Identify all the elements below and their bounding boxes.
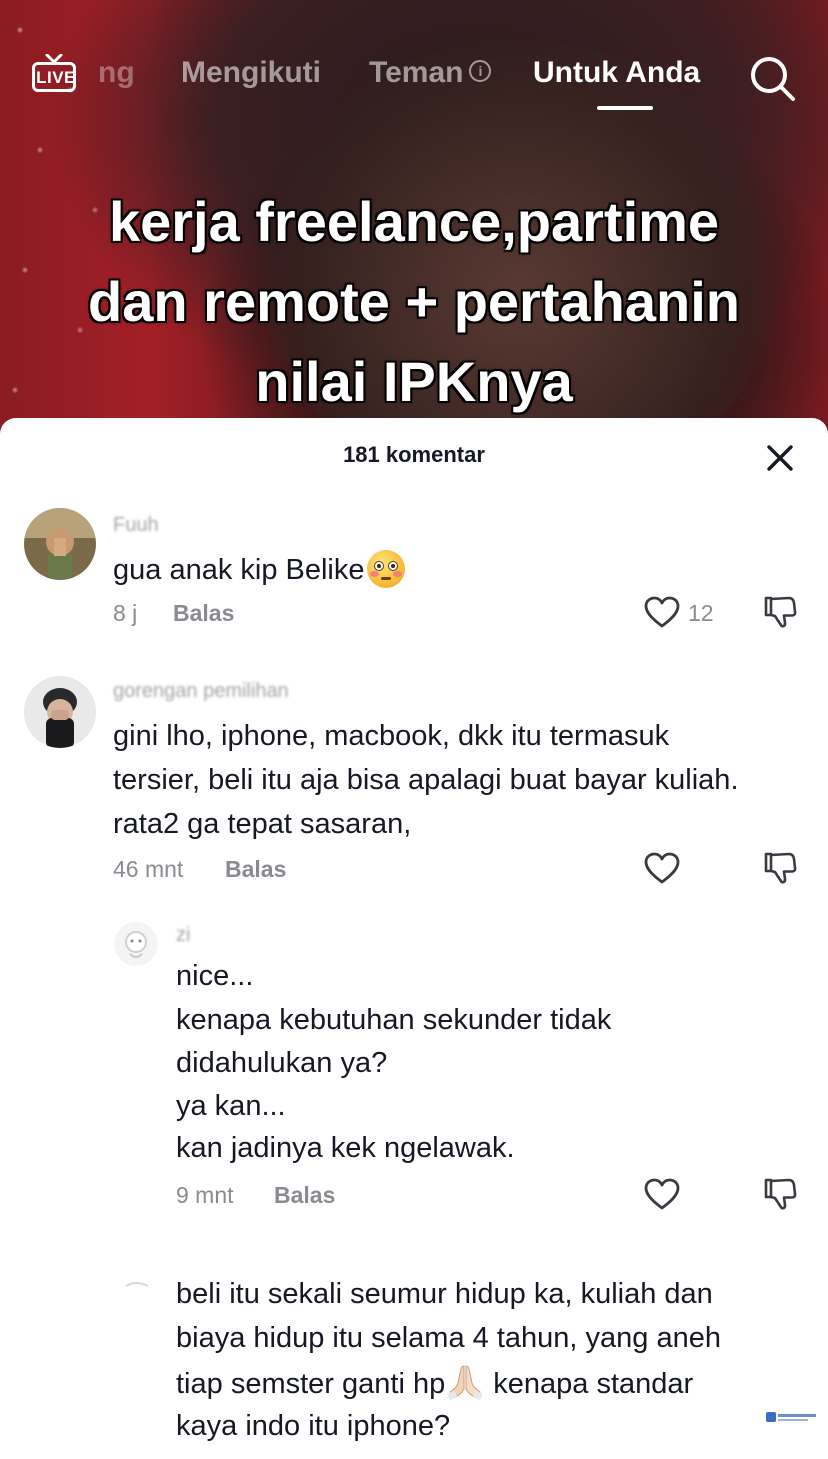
comments-sheet: 181 komentar Fuuh gua anak kip Belike 8 … (0, 418, 828, 1459)
thumbs-down-icon (764, 596, 797, 628)
like-button[interactable] (643, 595, 681, 629)
heart-icon (644, 596, 680, 628)
comment-text-line: beli itu sekali seumur hidup ka, kuliah … (176, 1278, 713, 1310)
heart-icon (644, 852, 680, 884)
username[interactable]: zi (176, 924, 190, 947)
comment-text-segment: tiap semster ganti hp (176, 1368, 446, 1400)
info-icon: i (469, 60, 492, 83)
thumbs-down-icon (764, 852, 797, 884)
folded-hands-emoji-icon (447, 1365, 483, 1401)
tab-teman-label: Teman (369, 56, 464, 89)
tab-partial[interactable]: ng (98, 56, 135, 90)
search-button[interactable] (748, 54, 796, 102)
close-icon (767, 445, 793, 471)
comment-time: 9 mnt (176, 1182, 234, 1208)
dislike-button[interactable] (762, 850, 798, 886)
like-button[interactable] (643, 1177, 681, 1211)
comment-count-title: 181 komentar (343, 442, 485, 467)
username[interactable]: Fuuh (113, 514, 159, 537)
watermark-graphic (766, 1412, 816, 1422)
avatar[interactable] (114, 922, 158, 966)
avatar-image (114, 922, 158, 966)
video-caption: kerja freelance,partime dan remote + per… (0, 182, 828, 422)
caption-line: kerja freelance,partime (108, 190, 720, 253)
active-tab-indicator (597, 106, 653, 110)
reply-button[interactable]: Balas (225, 856, 286, 883)
dislike-button[interactable] (762, 1176, 798, 1212)
comment-text-line: kaya indo itu iphone? (176, 1410, 451, 1442)
avatar-image (24, 508, 96, 580)
flushed-face-emoji-icon (366, 550, 405, 589)
comment-text-segment: kenapa standar (485, 1368, 694, 1400)
reply-item: beli itu sekali seumur hidup ka, kuliah … (0, 1238, 828, 1459)
reply-item: zi nice... kenapa kebutuhan sekunder tid… (0, 918, 828, 1228)
avatar[interactable] (24, 508, 96, 580)
like-count: 12 (688, 600, 714, 626)
comment-time: 46 mnt (113, 856, 184, 882)
reply-button[interactable]: Balas (274, 1182, 335, 1209)
comment-text-line: rata2 ga tepat sasaran, (113, 808, 412, 840)
comment-time: 8 j (113, 600, 138, 626)
avatar[interactable] (114, 1250, 158, 1294)
dislike-button[interactable] (762, 594, 798, 630)
tab-untuk-anda[interactable]: Untuk Anda (533, 56, 700, 90)
live-button[interactable]: LIVE (32, 54, 80, 98)
thumbs-down-icon (764, 1178, 797, 1210)
comment-text-line: nice... (176, 960, 254, 992)
comment-text-line: gini lho, iphone, macbook, dkk itu terma… (113, 720, 670, 752)
comment-text-line: tersier, beli itu aja bisa apalagi buat … (113, 764, 739, 796)
reply-button[interactable]: Balas (173, 600, 234, 627)
comment-item: Fuuh gua anak kip Belike 8 j Balas 12 (0, 498, 828, 648)
caption-line: nilai IPKnya (255, 350, 573, 413)
avatar-image (114, 1250, 158, 1294)
heart-icon (644, 1178, 680, 1210)
comment-text-line: ya kan... (176, 1090, 286, 1122)
comment-text-line: biaya hidup itu selama 4 tahun, yang ane… (176, 1322, 721, 1354)
comment-text-line: tiap semster ganti hp kenapa standar (176, 1362, 693, 1406)
watermark-logo (766, 1410, 818, 1430)
comment-text-line: gua anak kip Belike (113, 554, 365, 586)
avatar-image (24, 676, 96, 748)
tab-teman[interactable]: Teman i (369, 56, 492, 90)
tab-mengikuti[interactable]: Mengikuti (181, 56, 321, 90)
search-icon (751, 57, 795, 101)
like-button[interactable] (643, 851, 681, 885)
caption-line: dan remote + pertahanin (88, 270, 740, 333)
comment-item: gorengan pemilihan gini lho, iphone, mac… (0, 668, 828, 898)
avatar[interactable] (24, 676, 96, 748)
comment-text-line: kenapa kebutuhan sekunder tidak (176, 1004, 612, 1036)
comment-text-line: kan jadinya kek ngelawak. (176, 1132, 515, 1164)
comment-text-line: didahulukan ya? (176, 1047, 388, 1079)
close-button[interactable] (764, 442, 796, 474)
username[interactable]: gorengan pemilihan (113, 680, 289, 703)
top-navigation: LIVE ng Mengikuti Teman i Untuk Anda (0, 40, 828, 120)
comment-text: gua anak kip Belike (113, 548, 405, 592)
live-label: LIVE (36, 68, 76, 87)
